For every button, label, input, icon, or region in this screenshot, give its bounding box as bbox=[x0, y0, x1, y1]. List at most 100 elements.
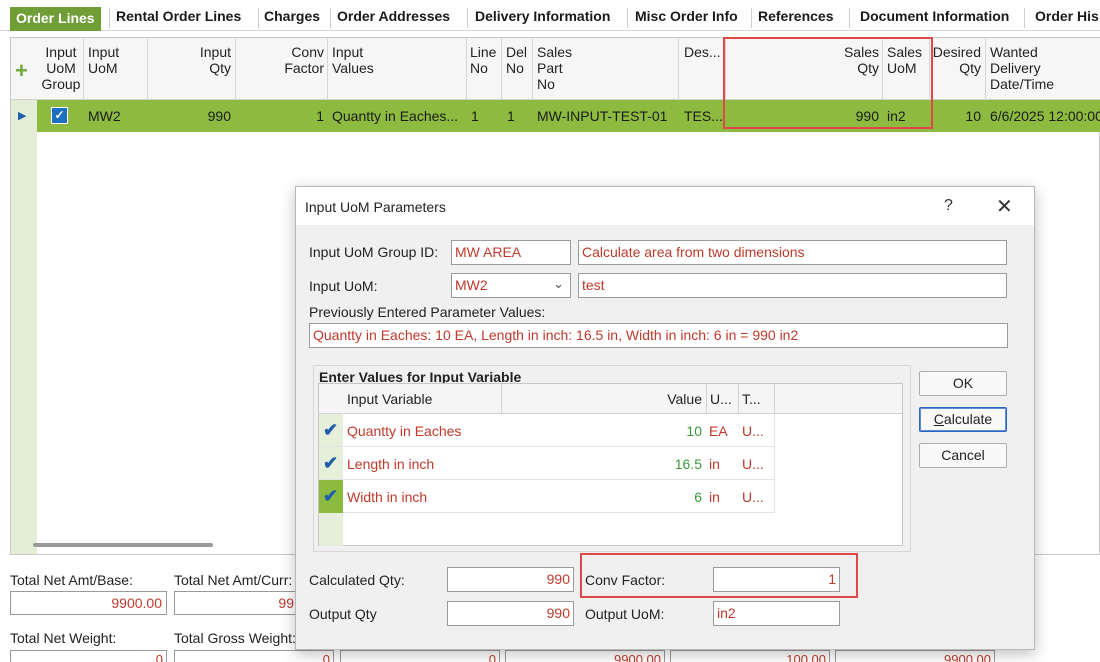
total-net-amt-base-label: Total Net Amt/Base: bbox=[10, 572, 133, 588]
help-icon[interactable]: ? bbox=[944, 197, 953, 215]
variable-name: Length in inch bbox=[347, 456, 435, 472]
total-net-weight-field: 0 bbox=[10, 650, 167, 662]
table-row[interactable]: ✔ Length in inch 16.5 in U... bbox=[319, 447, 774, 480]
tab-misc-order-info[interactable]: Misc Order Info bbox=[629, 8, 738, 30]
col-input-uom-group[interactable]: Input UoM Group bbox=[41, 44, 81, 92]
table-row[interactable]: ▶ ▶ ✓ MW2 990 1 Quantty in Eaches... 1 1… bbox=[11, 100, 1100, 132]
grid-header: + Input UoM Group Input UoM Input Qty Co… bbox=[11, 38, 1100, 100]
col-uom[interactable]: U... bbox=[710, 391, 732, 407]
cell-line-no[interactable]: 1 bbox=[471, 108, 479, 124]
tab-references[interactable]: References bbox=[752, 8, 834, 30]
col-separator bbox=[738, 384, 739, 414]
tab-bar: Order Lines Rental Order Lines Charges O… bbox=[0, 0, 1100, 31]
group-description-field: Calculate area from two dimensions bbox=[578, 240, 1007, 265]
col-separator bbox=[678, 38, 679, 100]
variable-value[interactable]: 6 bbox=[694, 489, 702, 505]
col-separator bbox=[327, 38, 328, 100]
calculate-label: alculate bbox=[943, 411, 993, 427]
tab-order-history[interactable]: Order His bbox=[1029, 8, 1099, 30]
input-uom-label: Input UoM: bbox=[309, 278, 378, 294]
variable-type: U... bbox=[742, 456, 764, 472]
col-input-variable[interactable]: Input Variable bbox=[347, 391, 432, 407]
col-input-qty[interactable]: Input Qty bbox=[151, 44, 231, 76]
col-input-uom[interactable]: Input UoM bbox=[88, 44, 119, 76]
output-uom-field: in2 bbox=[713, 601, 840, 626]
horizontal-scrollbar[interactable] bbox=[33, 543, 213, 547]
output-uom-label: Output UoM: bbox=[585, 606, 665, 622]
cell-description[interactable]: TES... bbox=[684, 108, 723, 124]
total-net-amt-curr-field: 99 bbox=[174, 591, 299, 615]
col-separator bbox=[235, 38, 236, 100]
previous-values-field: Quantty in Eaches: 10 EA, Length in inch… bbox=[309, 323, 1008, 348]
variable-name: Quantty in Eaches bbox=[347, 423, 462, 439]
tab-delivery-information[interactable]: Delivery Information bbox=[469, 8, 610, 30]
cell-conv-factor[interactable]: 1 bbox=[239, 108, 324, 124]
col-separator bbox=[532, 38, 533, 100]
total-net-amt-base-field: 9900.00 bbox=[10, 591, 167, 615]
tab-order-lines[interactable]: Order Lines bbox=[10, 7, 101, 31]
total-net-weight-label: Total Net Weight: bbox=[10, 630, 117, 646]
calculate-mnemonic: C bbox=[933, 411, 944, 427]
calculate-button[interactable]: Calculate bbox=[919, 407, 1007, 432]
input-variable-table: Input Variable Value U... T... ✔ Quantty… bbox=[318, 383, 903, 546]
variable-uom: in bbox=[709, 456, 720, 472]
chevron-down-icon[interactable]: ⌄ bbox=[553, 276, 564, 292]
col-del-no[interactable]: Del No bbox=[506, 44, 527, 76]
cell-desired-qty[interactable]: 10 bbox=[929, 108, 981, 124]
col-separator bbox=[466, 38, 467, 100]
input-uom-select[interactable]: MW2 ⌄ bbox=[451, 273, 571, 298]
tab-separator bbox=[467, 8, 468, 28]
col-sales-part-no[interactable]: Sales Part No bbox=[537, 44, 572, 92]
col-separator bbox=[501, 384, 502, 414]
col-type[interactable]: T... bbox=[742, 391, 761, 407]
total-bottom-field: 9900.00 bbox=[835, 650, 995, 662]
ok-button[interactable]: OK bbox=[919, 371, 1007, 396]
cell-input-uom[interactable]: MW2 bbox=[88, 108, 121, 124]
col-separator bbox=[774, 384, 775, 414]
col-line-no[interactable]: Line No bbox=[470, 44, 496, 76]
table-row[interactable]: ✔ Width in inch 6 in U... bbox=[319, 480, 774, 513]
tab-order-addresses[interactable]: Order Addresses bbox=[331, 8, 450, 30]
col-value[interactable]: Value bbox=[506, 391, 702, 407]
input-variable-table-header: Input Variable Value U... T... bbox=[319, 384, 902, 414]
checkmark-icon: ✔ bbox=[323, 453, 339, 473]
add-row-icon[interactable]: + bbox=[15, 58, 28, 84]
tab-document-information[interactable]: Document Information bbox=[854, 8, 1009, 30]
cell-input-qty[interactable]: 990 bbox=[151, 108, 231, 124]
cancel-button[interactable]: Cancel bbox=[919, 443, 1007, 468]
total-gross-weight-field: 0 bbox=[174, 650, 334, 662]
cell-wanted-delivery[interactable]: 6/6/2025 12:00:00 bbox=[990, 108, 1100, 124]
col-input-values[interactable]: Input Values bbox=[332, 44, 374, 76]
variable-type: U... bbox=[742, 489, 764, 505]
total-bottom-field: 100.00 bbox=[670, 650, 830, 662]
highlight-sales-qty-uom bbox=[723, 37, 933, 129]
cell-del-no[interactable]: 1 bbox=[507, 108, 515, 124]
cell-input-values[interactable]: Quantty in Eaches... bbox=[332, 108, 458, 124]
group-id-field[interactable]: MW AREA bbox=[451, 240, 571, 265]
variable-type: U... bbox=[742, 423, 764, 439]
cell-sales-part-no[interactable]: MW-INPUT-TEST-01 bbox=[537, 108, 667, 124]
group-id-label: Input UoM Group ID: bbox=[309, 244, 439, 260]
dialog-titlebar[interactable]: Input UoM Parameters ? ✕ bbox=[296, 187, 1034, 225]
col-description[interactable]: Des... bbox=[684, 44, 721, 60]
col-separator bbox=[501, 38, 502, 100]
input-uom-group-checkbox[interactable]: ✓ bbox=[51, 107, 68, 124]
variable-value[interactable]: 10 bbox=[686, 423, 702, 439]
calculated-qty-field: 990 bbox=[447, 567, 574, 592]
tab-charges[interactable]: Charges bbox=[258, 8, 320, 30]
input-uom-description-field: test bbox=[578, 273, 1007, 298]
checkmark-icon: ✔ bbox=[323, 420, 339, 440]
variable-value[interactable]: 16.5 bbox=[675, 456, 702, 472]
col-wanted-delivery[interactable]: Wanted Delivery Date/Time bbox=[990, 44, 1054, 92]
tab-rental-order-lines[interactable]: Rental Order Lines bbox=[110, 8, 241, 30]
table-row[interactable]: ✔ Quantty in Eaches 10 EA U... bbox=[319, 414, 774, 447]
col-separator bbox=[83, 38, 84, 100]
col-separator bbox=[147, 38, 148, 100]
close-icon[interactable]: ✕ bbox=[996, 194, 1013, 219]
col-separator bbox=[706, 384, 707, 414]
col-separator bbox=[774, 414, 775, 513]
checkmark-icon: ✔ bbox=[323, 486, 339, 506]
col-conv-factor[interactable]: Conv Factor bbox=[239, 44, 324, 76]
col-desired-qty[interactable]: Desired Qty bbox=[929, 44, 981, 76]
total-net-amt-curr-label: Total Net Amt/Curr: bbox=[174, 572, 293, 588]
